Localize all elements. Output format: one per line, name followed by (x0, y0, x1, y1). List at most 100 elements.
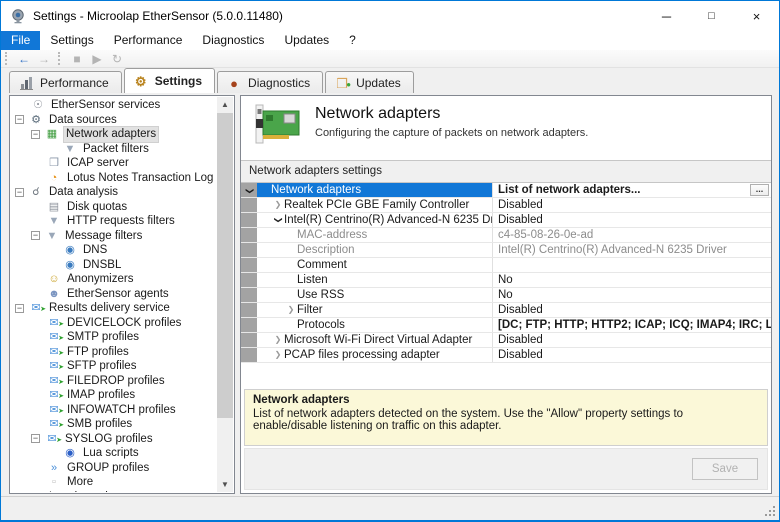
grid-row-realtek-pcie-gbe-family-controller[interactable]: ❯Realtek PCIe GBE Family ControllerDisab… (241, 198, 771, 213)
property-value[interactable] (492, 258, 771, 272)
resize-grip-icon[interactable] (763, 504, 775, 516)
tree-item-devicelock-profiles[interactable]: ✉➤DEVICELOCK profiles (11, 316, 217, 331)
tree-item-message-filters[interactable]: −▼Message filters (11, 229, 217, 244)
tree-item-ethersensor-services[interactable]: ☉EtherSensor services (11, 98, 217, 113)
grid-row-microsoft-wi-fi-direct-virtual-adapter[interactable]: ❯Microsoft Wi-Fi Direct Virtual AdapterD… (241, 333, 771, 348)
collapsed-chevron-icon[interactable]: ❯ (272, 333, 284, 347)
tree-item-lotus-notes-transaction-log[interactable]: ◔Lotus Notes Transaction Log (11, 171, 217, 186)
stop-button[interactable]: ■ (67, 51, 87, 67)
scroll-up-icon[interactable]: ▲ (217, 97, 233, 112)
grid-row-pcap-files-processing-adapter[interactable]: ❯PCAP files processing adapterDisabled (241, 348, 771, 363)
ellipsis-button[interactable]: ... (750, 184, 769, 196)
property-value[interactable]: Disabled (492, 213, 771, 227)
tree-item-infowatch-profiles[interactable]: ✉➤INFOWATCH profiles (11, 403, 217, 418)
tree-item-data-analysis[interactable]: −☌Data analysis (11, 185, 217, 200)
tree-item-network-adapters[interactable]: −▦Network adapters (11, 127, 217, 142)
property-value[interactable]: Disabled (492, 333, 771, 347)
tree-item-packet-filters[interactable]: ▼Packet filters (11, 142, 217, 157)
collapse-toggle-icon[interactable]: − (31, 231, 40, 240)
grid-row-listen[interactable]: ListenNo (241, 273, 771, 288)
start-button[interactable]: ▶ (87, 51, 107, 67)
forward-button[interactable]: → (34, 51, 54, 67)
tree-item-results-delivery-service[interactable]: −✉➤Results delivery service (11, 301, 217, 316)
expanded-chevron-icon[interactable]: ❯ (271, 214, 285, 226)
tree-item-sftp-profiles[interactable]: ✉➤SFTP profiles (11, 359, 217, 374)
expand-chevron-icon[interactable]: ❯ (242, 188, 256, 195)
menu-item-file[interactable]: File (1, 31, 40, 50)
collapse-toggle-icon[interactable]: − (15, 188, 24, 197)
property-value[interactable]: No (492, 273, 771, 287)
tree-item-disk-quotas[interactable]: ▤Disk quotas (11, 200, 217, 215)
maximize-button[interactable]: □ (689, 1, 734, 31)
tree-item-imap-profiles[interactable]: ✉➤IMAP profiles (11, 388, 217, 403)
property-value[interactable]: Disabled (492, 348, 771, 362)
menu-item-performance[interactable]: Performance (104, 31, 193, 50)
tree-item-ftp-profiles[interactable]: ✉➤FTP profiles (11, 345, 217, 360)
minimize-button[interactable]: ─ (644, 1, 689, 31)
menu-item-help[interactable]: ? (339, 31, 366, 50)
collapse-toggle-icon[interactable]: − (15, 304, 24, 313)
tree-item-more[interactable]: ▫More (11, 475, 217, 490)
collapsed-chevron-icon[interactable]: ❯ (272, 348, 284, 362)
tree-item-dnsbl[interactable]: ◉DNSBL (11, 258, 217, 273)
tab-settings[interactable]: ⚙Settings (124, 68, 215, 93)
tree-item-icap-server[interactable]: ❒ICAP server (11, 156, 217, 171)
collapse-toggle-icon[interactable]: − (31, 434, 40, 443)
tree-item-syslog-profiles[interactable]: −✉➤SYSLOG profiles (11, 432, 217, 447)
green-arrow-icon: ➤ (40, 303, 46, 318)
tree-item-filedrop-profiles[interactable]: ✉➤FILEDROP profiles (11, 374, 217, 389)
tree-scrollbar[interactable]: ▲ ▼ (217, 97, 233, 492)
sphere-icon: ● (226, 76, 242, 90)
grid-row-use-rss[interactable]: Use RSSNo (241, 288, 771, 303)
grid-row-description[interactable]: DescriptionIntel(R) Centrino(R) Advanced… (241, 243, 771, 258)
tree-item-label: FILEDROP profiles (65, 374, 167, 389)
tab-updates[interactable]: ❒●Updates (325, 71, 414, 93)
button-bar: Save (244, 448, 768, 490)
grid-row-filter[interactable]: ❯FilterDisabled (241, 303, 771, 318)
grid-gutter (241, 303, 257, 317)
property-value[interactable]: List of network adapters...... (492, 183, 771, 197)
tree-item-smtp-profiles[interactable]: ✉➤SMTP profiles (11, 330, 217, 345)
tree-item-data-sources[interactable]: −⚙Data sources (11, 113, 217, 128)
grid-row-protocols[interactable]: Protocols[DC; FTP; HTTP; HTTP2; ICAP; IC… (241, 318, 771, 333)
tree-item-dns[interactable]: ◉DNS (11, 243, 217, 258)
tree-item-http-requests-filters[interactable]: ▼HTTP requests filters (11, 214, 217, 229)
mail-icon: ✉➤ (47, 388, 61, 403)
grid-row-comment[interactable]: Comment (241, 258, 771, 273)
collapsed-chevron-icon[interactable]: ❯ (272, 198, 284, 212)
collapsed-chevron-icon[interactable]: ❯ (285, 303, 297, 317)
tree-item-logging-subsystem[interactable]: −✎Logging subsystem (11, 490, 217, 493)
tree-item-lua-scripts[interactable]: ◉Lua scripts (11, 446, 217, 461)
tree-item-smb-profiles[interactable]: ✉➤SMB profiles (11, 417, 217, 432)
tree-item-group-profiles[interactable]: »GROUP profiles (11, 461, 217, 476)
collapse-toggle-icon[interactable]: − (15, 115, 24, 124)
gear-icon: ⚙ (133, 74, 149, 88)
property-value[interactable]: [DC; FTP; HTTP; HTTP2; ICAP; ICQ; IMAP4;… (492, 318, 771, 332)
property-grid: ❯Network adaptersList of network adapter… (241, 183, 771, 386)
collapse-toggle-icon[interactable]: − (31, 130, 40, 139)
save-button[interactable]: Save (692, 458, 758, 480)
close-button[interactable]: × (734, 1, 779, 31)
grid-row-mac-address[interactable]: MAC-addressc4-85-08-26-0e-ad (241, 228, 771, 243)
property-name: ❯Intel(R) Centrino(R) Advanced-N 6235 Dr… (257, 213, 492, 227)
menu-item-diagnostics[interactable]: Diagnostics (192, 31, 274, 50)
grid-row-intel-r-centrino-r-advanced-n-6235-driver[interactable]: ❯Intel(R) Centrino(R) Advanced-N 6235 Dr… (241, 213, 771, 228)
menu-item-settings[interactable]: Settings (40, 31, 103, 50)
tree-item-ethersensor-agents[interactable]: ☻EtherSensor agents (11, 287, 217, 302)
scroll-down-icon[interactable]: ▼ (217, 477, 233, 492)
grid-row-network-adapters[interactable]: ❯Network adaptersList of network adapter… (241, 183, 771, 198)
property-value[interactable]: Intel(R) Centrino(R) Advanced-N 6235 Dri… (492, 243, 771, 257)
property-value[interactable]: c4-85-08-26-0e-ad (492, 228, 771, 242)
property-value[interactable]: Disabled (492, 303, 771, 317)
property-value[interactable]: Disabled (492, 198, 771, 212)
scrollbar-thumb[interactable] (217, 113, 233, 418)
menu-item-updates[interactable]: Updates (274, 31, 339, 50)
property-name: ❯Microsoft Wi-Fi Direct Virtual Adapter (257, 333, 492, 347)
tab-performance[interactable]: Performance (9, 71, 122, 93)
tree-item-anonymizers[interactable]: ☺Anonymizers (11, 272, 217, 287)
restart-button[interactable]: ↻ (107, 51, 127, 67)
back-button[interactable]: ← (14, 51, 34, 67)
tree-item-label: Logging subsystem (47, 490, 150, 493)
tab-diagnostics[interactable]: ●Diagnostics (217, 71, 323, 93)
property-value[interactable]: No (492, 288, 771, 302)
